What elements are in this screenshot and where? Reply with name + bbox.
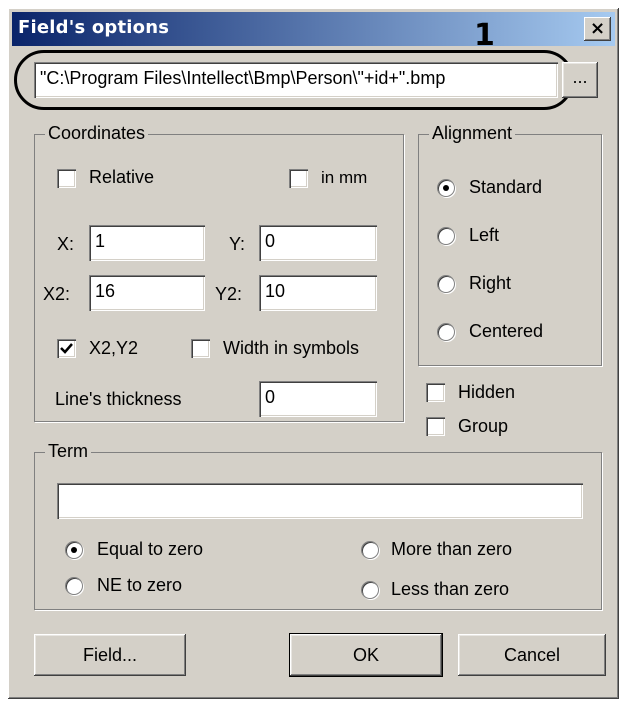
inmm-checkbox[interactable] [289, 169, 308, 188]
term-ne-label: NE to zero [97, 575, 183, 595]
x2-label: X2: [43, 284, 71, 304]
path-input[interactable]: "C:\Program Files\Intellect\Bmp\Person\"… [34, 62, 558, 98]
relative-label: Relative [89, 167, 155, 187]
x-input[interactable]: 1 [89, 225, 205, 261]
coordinates-group: Coordinates Relative in mm X: 1 Y: 0 X2:… [34, 123, 404, 422]
thickness-input[interactable]: 0 [259, 381, 377, 417]
term-input[interactable] [57, 483, 583, 519]
y2-input[interactable]: 10 [259, 275, 377, 311]
check-icon [60, 343, 73, 354]
close-icon: × [589, 18, 606, 39]
annotation-marker: 1 [474, 18, 495, 53]
coordinates-title: Coordinates [45, 123, 149, 144]
window-title: Field's options [18, 17, 170, 38]
x2y2-checkbox[interactable] [57, 339, 76, 358]
alignment-option-left: Left [469, 225, 500, 245]
width-symbols-label: Width in symbols [223, 338, 360, 358]
y-label: Y: [229, 234, 246, 254]
inmm-label: in mm [321, 168, 368, 187]
radio-standard[interactable] [437, 179, 455, 197]
radio-dot-icon [443, 185, 449, 191]
radio-more-zero[interactable] [361, 541, 379, 559]
group-label: Group [458, 416, 509, 436]
width-symbols-checkbox[interactable] [191, 339, 210, 358]
radio-equal-zero[interactable] [65, 541, 83, 559]
relative-checkbox[interactable] [57, 169, 76, 188]
y-input[interactable]: 0 [259, 225, 377, 261]
radio-centered[interactable] [437, 323, 455, 341]
field-options-dialog: Field's options 1 × "C:\Program Files\In… [8, 8, 619, 699]
radio-right[interactable] [437, 275, 455, 293]
term-less-label: Less than zero [391, 579, 510, 599]
term-more-label: More than zero [391, 539, 513, 559]
browse-button[interactable]: ... [562, 62, 598, 98]
alignment-option-right: Right [469, 273, 512, 293]
title-bar[interactable]: Field's options 1 × [12, 12, 615, 53]
alignment-option-standard: Standard [469, 177, 543, 197]
alignment-group: Alignment Standard Left Right Centered [418, 123, 602, 366]
term-equal-label: Equal to zero [97, 539, 204, 559]
radio-dot-icon [71, 547, 77, 553]
radio-left[interactable] [437, 227, 455, 245]
term-group: Term Equal to zero More than zero NE to … [34, 441, 602, 610]
field-button[interactable]: Field... [34, 634, 186, 676]
alignment-title: Alignment [429, 123, 516, 144]
x2-input[interactable]: 16 [89, 275, 205, 311]
alignment-option-centered: Centered [469, 321, 544, 341]
thickness-label: Line's thickness [55, 389, 182, 409]
term-title: Term [45, 441, 91, 462]
x-label: X: [57, 234, 75, 254]
hidden-label: Hidden [458, 382, 516, 402]
radio-less-zero[interactable] [361, 581, 379, 599]
cancel-button[interactable]: Cancel [458, 634, 606, 676]
y2-label: Y2: [215, 284, 243, 304]
close-button[interactable]: × [584, 17, 611, 41]
radio-ne-zero[interactable] [65, 577, 83, 595]
group-checkbox[interactable] [426, 417, 445, 436]
ok-button[interactable]: OK [289, 633, 443, 677]
hidden-checkbox[interactable] [426, 383, 445, 402]
x2y2-label: X2,Y2 [89, 338, 139, 358]
